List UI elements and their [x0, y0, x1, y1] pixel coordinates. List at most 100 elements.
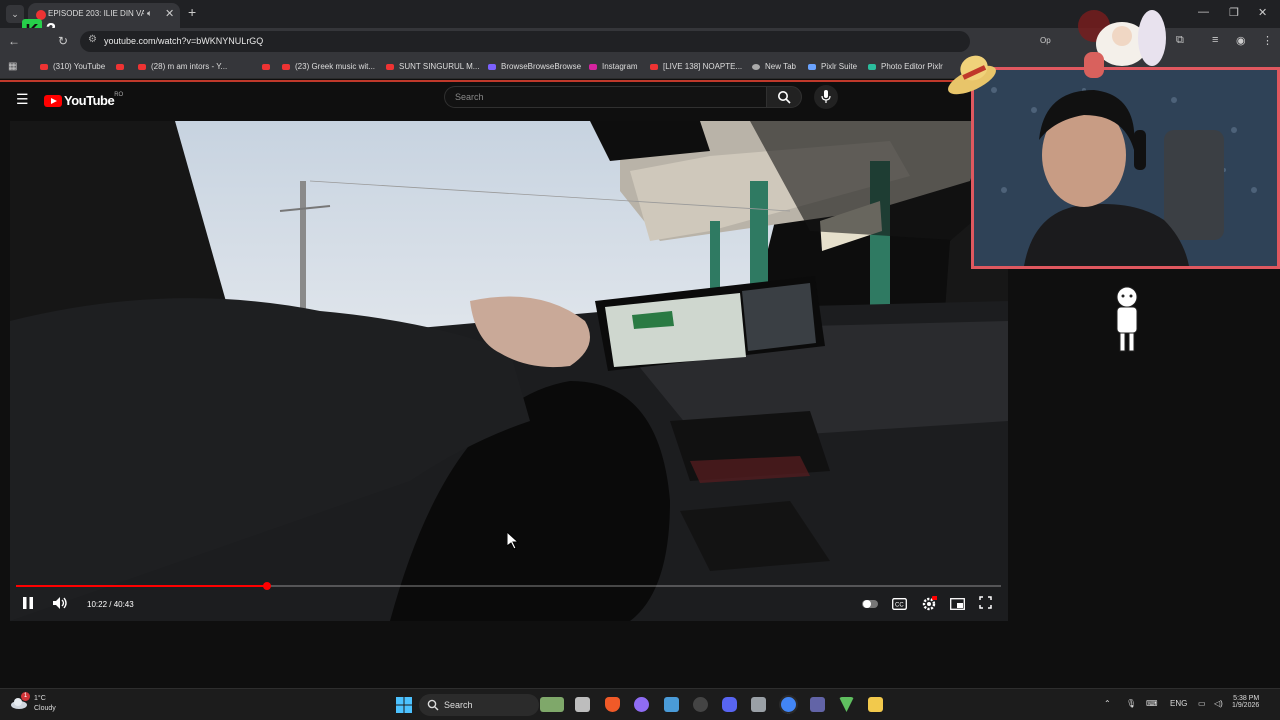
browser-menu-kebab-icon[interactable]: ⋮ [1262, 34, 1273, 47]
fullscreen-button[interactable] [979, 596, 992, 612]
bookmark-photo-editor[interactable]: Photo Editor Pixlr [868, 62, 943, 71]
obs-studio-icon[interactable] [693, 697, 708, 712]
bookmark-youtube-4[interactable] [262, 62, 275, 71]
taskbar-search-box[interactable]: Search [419, 694, 539, 716]
bookmark-live-138[interactable]: [LIVE 138] NOAPTE... [650, 62, 742, 71]
search-highlight-icon[interactable] [540, 697, 564, 712]
site-info-icon[interactable]: ⚙︎ [88, 34, 97, 45]
video-progress-scrubber[interactable] [263, 582, 271, 590]
youtube-icon [138, 63, 146, 70]
instagram-icon [589, 63, 597, 70]
pause-button[interactable] [22, 596, 34, 613]
file-explorer-icon[interactable] [868, 697, 883, 712]
youtube-search-input[interactable]: Search [444, 86, 766, 108]
svg-text:CC: CC [895, 603, 904, 609]
new-tab-plus-icon[interactable]: + [188, 4, 196, 20]
apps-grid-icon[interactable]: ▦ [8, 61, 17, 72]
weather-condition[interactable]: Cloudy [34, 705, 56, 712]
youtube-icon [650, 63, 658, 70]
clock-date: 1/9/2026 [1232, 702, 1260, 709]
webcam-overlay [971, 67, 1280, 269]
bookmark-label: [LIVE 138] NOAPTE... [663, 62, 743, 71]
extensions-puzzle-icon[interactable]: ⧉ [1176, 34, 1184, 47]
back-arrow-icon[interactable]: ← [8, 34, 20, 48]
youtube-icon [262, 63, 270, 70]
pixlr-editor-icon [868, 63, 876, 70]
youtube-search-button[interactable] [766, 86, 802, 108]
reload-icon[interactable]: ↻ [58, 34, 68, 48]
discord-icon[interactable] [722, 697, 737, 712]
show-hidden-icons-chevron-icon[interactable]: ⌃ [1104, 699, 1111, 708]
bookmark-youtube[interactable]: (310) YouTube [40, 62, 105, 71]
youtube-region-code: RO [114, 92, 124, 98]
task-view-icon[interactable] [575, 697, 590, 712]
bookmark-youtube-3[interactable]: (28) m am intors - Y... [138, 62, 227, 71]
reading-list-icon[interactable]: ≡ [1212, 34, 1218, 46]
bookmark-sunt-singurul[interactable]: SUNT SINGURUL M... [386, 62, 479, 71]
brave-browser-icon[interactable] [605, 697, 620, 712]
input-language[interactable]: ENG [1170, 699, 1187, 708]
search-placeholder: Search [455, 92, 484, 102]
bookmark-label: (28) m am intors - Y... [151, 62, 228, 71]
close-tab-icon[interactable]: ✕ [165, 7, 174, 20]
bookmark-label: Photo Editor Pixlr [881, 62, 943, 71]
tab-title: EPISODE 203: ILIE DIN VALC [48, 9, 144, 18]
chrome-icon[interactable] [781, 697, 796, 712]
omnibox[interactable]: ⚙︎ youtube.com/watch?v=bWKNYNULrGQ [80, 31, 970, 52]
subtitles-button[interactable]: CC [892, 596, 907, 613]
youtube-play-logo-icon [44, 94, 62, 107]
volume-icon [53, 597, 67, 609]
video-progress-played [16, 585, 267, 587]
fullscreen-icon [979, 596, 992, 609]
weather-temperature[interactable]: 1°C [34, 695, 46, 702]
miniplayer-button[interactable] [950, 596, 965, 613]
youtube-logo[interactable]: YouTubeRO [44, 92, 123, 110]
straw-hat-sticker-icon [948, 55, 996, 95]
youtube-icon [386, 63, 394, 70]
url-text[interactable]: youtube.com/watch?v=bWKNYNULrGQ [104, 36, 263, 46]
minimize-window-icon[interactable]: — [1198, 6, 1209, 18]
vim-app-icon[interactable] [839, 697, 854, 712]
bookmark-youtube-2[interactable] [116, 62, 129, 71]
network-icon[interactable]: ▭ [1198, 699, 1206, 708]
taskbar-search-label: Search [444, 700, 473, 710]
globe-icon [752, 63, 760, 70]
webcam-streamer-image [974, 70, 1277, 266]
video-time-display: 10:22 / 40:43 [87, 600, 134, 609]
windows-start-icon[interactable] [396, 697, 412, 713]
system-clock[interactable]: 5:38 PM 1/9/2026 [1232, 695, 1259, 709]
youtube-icon [40, 63, 48, 70]
tab-audio-speaker-icon[interactable]: 🔈︎ [147, 8, 152, 19]
keyboard-tray-icon[interactable]: ⌨︎ [1146, 699, 1158, 708]
restore-window-icon[interactable]: ❐ [1229, 6, 1239, 19]
autoplay-toggle[interactable] [862, 596, 878, 612]
bookmark-greek-music[interactable]: (23) Greek music wit... [282, 62, 375, 71]
profile-avatar-icon[interactable]: ◉ [1236, 34, 1246, 47]
bookmark-label: New Tab [765, 62, 796, 71]
speaker-tray-icon[interactable]: ◁) [1214, 699, 1223, 708]
photos-app-icon[interactable] [664, 697, 679, 712]
pixlr-icon [808, 63, 816, 70]
bookmark-pixlr-suite[interactable]: Pixlr Suite [808, 62, 857, 71]
settings-button[interactable] [921, 596, 938, 615]
youtube-icon [116, 63, 124, 70]
bookmark-instagram[interactable]: Instagram [589, 62, 638, 71]
stick-figure-sticker-icon [1116, 286, 1138, 352]
microphone-tray-icon[interactable]: 🎙︎ [1126, 699, 1136, 708]
hamburger-menu-icon[interactable]: ☰ [16, 91, 29, 108]
bookmark-browse[interactable]: BrowseBrowseBrowse [488, 62, 581, 71]
copilot-icon[interactable] [634, 697, 649, 712]
bookmark-label: (310) YouTube [53, 62, 106, 71]
calculator-icon[interactable] [751, 697, 766, 712]
youtube-icon [282, 63, 290, 70]
autoplay-toggle-icon [862, 600, 878, 608]
voice-search-button[interactable] [814, 85, 838, 109]
volume-button[interactable] [52, 596, 68, 613]
close-window-icon[interactable]: ✕ [1258, 6, 1267, 19]
teams-icon[interactable] [810, 697, 825, 712]
opera-badge: Op [1040, 36, 1051, 45]
bookmark-label: Pixlr Suite [821, 62, 858, 71]
bookmark-new-tab[interactable]: New Tab [752, 62, 796, 71]
mouse-cursor-icon [507, 532, 519, 550]
miniplayer-icon [950, 598, 965, 610]
